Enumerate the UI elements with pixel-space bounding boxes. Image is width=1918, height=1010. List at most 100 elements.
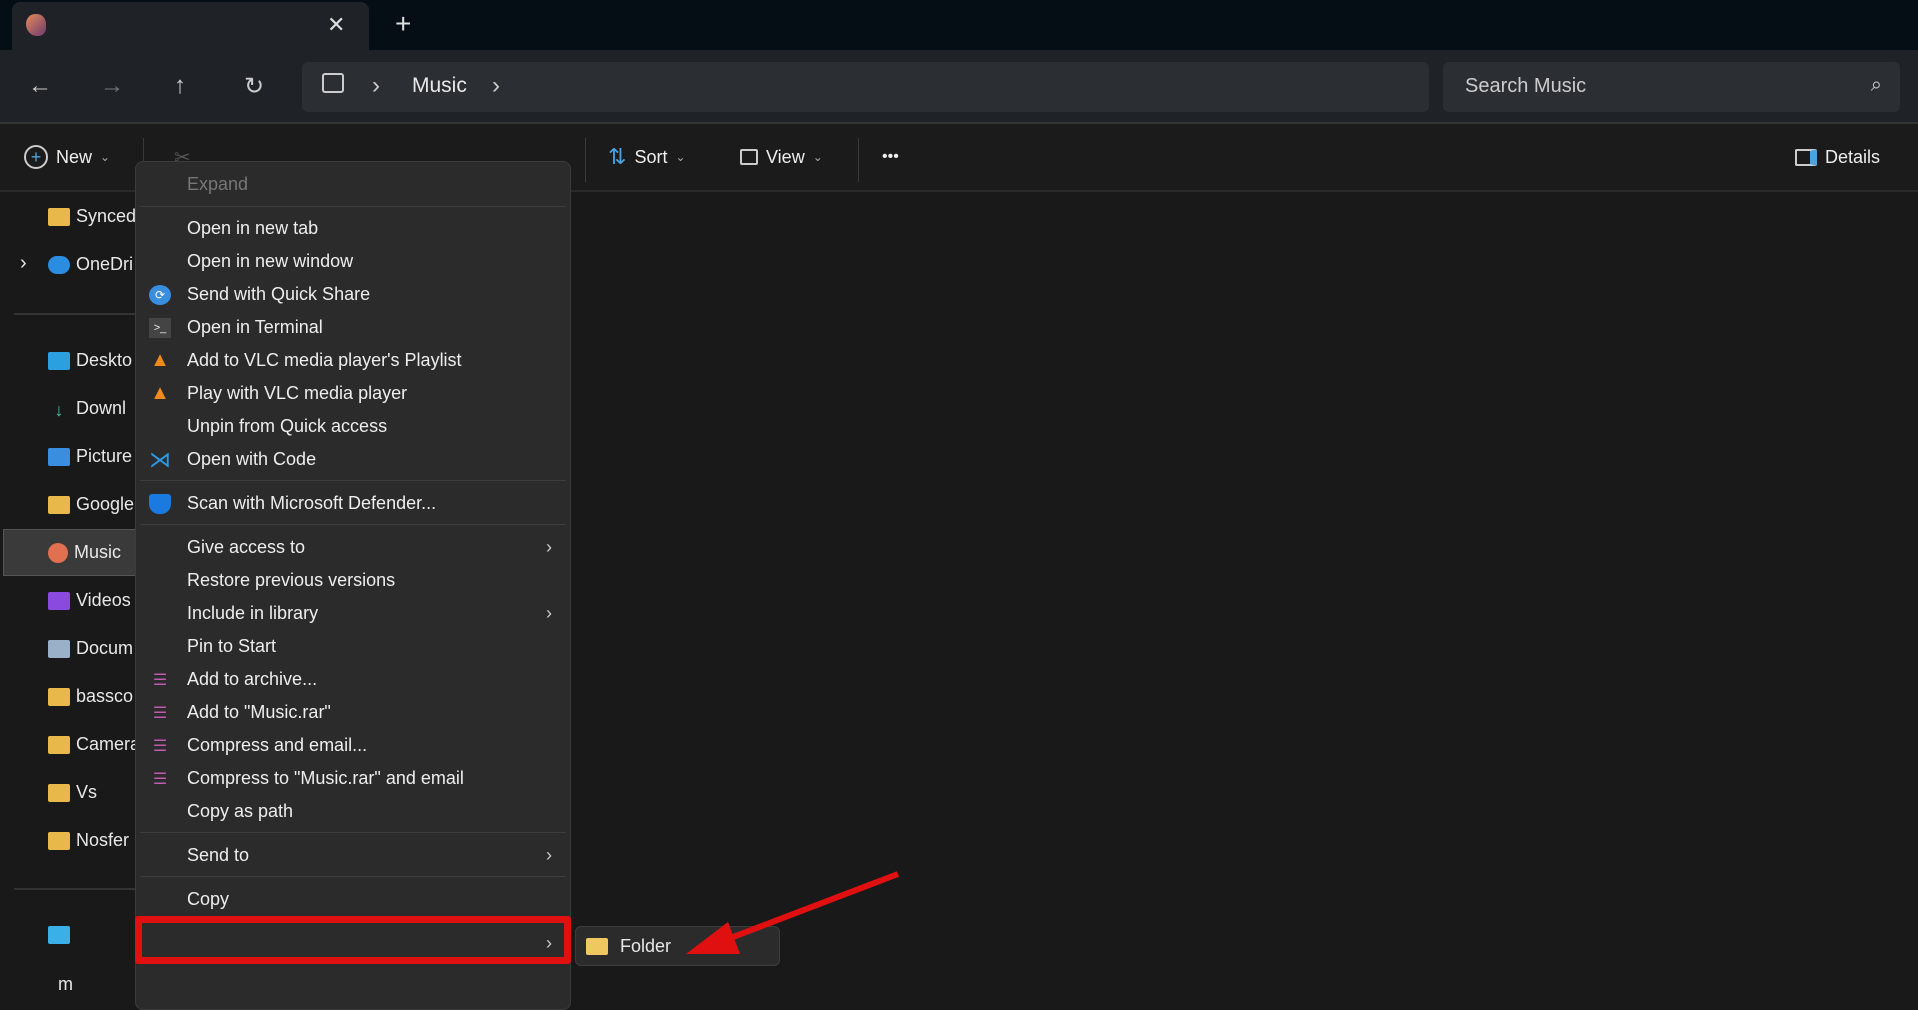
menu-item-vlc-playlist[interactable]: ▲ Add to VLC media player's Playlist bbox=[136, 344, 570, 377]
folder-icon bbox=[586, 937, 608, 955]
plus-circle-icon: + bbox=[24, 145, 48, 169]
menu-item-expand[interactable]: Expand bbox=[136, 168, 570, 201]
close-tab-button[interactable]: ✕ bbox=[327, 12, 345, 38]
menu-item-add-archive[interactable]: ☰ Add to archive... bbox=[136, 663, 570, 696]
menu-item-open-with-code[interactable]: ⋊ Open with Code bbox=[136, 443, 570, 476]
menu-item-compress-email[interactable]: ☰ Compress and email... bbox=[136, 729, 570, 762]
music-icon bbox=[48, 542, 68, 563]
sidebar-item-label: Synced bbox=[76, 206, 137, 226]
view-button[interactable]: View ⌄ bbox=[740, 124, 823, 190]
winrar-icon: ☰ bbox=[152, 671, 168, 689]
sidebar-item-desktop[interactable]: Deskto bbox=[48, 350, 132, 371]
new-tab-button[interactable]: + bbox=[395, 8, 411, 40]
vlc-icon: ▲ bbox=[150, 349, 170, 371]
pictures-icon bbox=[48, 447, 70, 466]
shield-icon bbox=[149, 493, 171, 514]
cloud-icon bbox=[48, 255, 70, 274]
breadcrumb-separator[interactable]: › bbox=[492, 72, 500, 100]
terminal-icon: >_ bbox=[149, 317, 171, 338]
divider bbox=[14, 313, 136, 315]
sidebar-item-label: Vs bbox=[76, 782, 98, 802]
details-button[interactable]: Details bbox=[1795, 124, 1880, 190]
sidebar-item-label: Downl bbox=[76, 398, 127, 418]
sidebar-item-label: bassco bbox=[76, 686, 134, 706]
search-input[interactable]: Search Music bbox=[1465, 75, 1586, 98]
download-icon: ↓ bbox=[54, 399, 64, 420]
menu-item-include-library[interactable]: Include in library › bbox=[136, 597, 570, 630]
sort-button[interactable]: ⇅ Sort ⌄ bbox=[608, 124, 686, 190]
chevron-right-icon: › bbox=[546, 603, 552, 623]
menu-item-open-terminal[interactable]: >_ Open in Terminal bbox=[136, 311, 570, 344]
breadcrumb-music[interactable]: Music bbox=[412, 74, 467, 98]
menu-item-open-new-tab[interactable]: Open in new tab bbox=[136, 212, 570, 245]
address-bar[interactable]: › Music › bbox=[302, 62, 1429, 112]
sidebar-item-label: Music bbox=[74, 542, 122, 562]
sidebar-item-documents[interactable]: Docum bbox=[48, 638, 133, 659]
menu-item-copy[interactable]: Copy bbox=[136, 883, 570, 916]
menu-separator bbox=[140, 832, 566, 833]
sidebar-item-label: Docum bbox=[76, 638, 134, 658]
view-label: View bbox=[766, 146, 805, 167]
menu-item-open-new-window[interactable]: Open in new window bbox=[136, 245, 570, 278]
search-box[interactable]: Search Music ⌕ bbox=[1443, 62, 1900, 112]
menu-label: Include in library bbox=[187, 603, 319, 623]
sort-icon: ⇅ bbox=[608, 144, 627, 169]
navigation-bar: ← → ↑ ↻ › Music › Search Music ⌕ bbox=[0, 50, 1918, 122]
menu-separator bbox=[140, 206, 566, 207]
folder-icon bbox=[48, 783, 70, 802]
menu-item-pin-start[interactable]: Pin to Start bbox=[136, 630, 570, 663]
chevron-right-icon: › bbox=[546, 537, 552, 557]
annotation-arrow bbox=[686, 871, 900, 954]
sidebar-item-onedrive[interactable]: OneDri bbox=[48, 254, 133, 275]
menu-label: Open in Terminal bbox=[187, 317, 323, 337]
submenu-item-folder[interactable]: Folder bbox=[620, 936, 671, 957]
more-options-button[interactable]: ••• bbox=[882, 124, 899, 190]
tab-music[interactable]: ✕ bbox=[12, 2, 369, 50]
back-button[interactable]: ← bbox=[28, 72, 52, 100]
menu-item-send-to[interactable]: Send to › bbox=[136, 839, 570, 872]
this-pc-icon bbox=[322, 73, 344, 93]
vlc-icon: ▲ bbox=[150, 382, 170, 404]
menu-item-copy-as-path[interactable]: Copy as path bbox=[136, 795, 570, 828]
forward-button[interactable]: → bbox=[100, 72, 124, 100]
new-label: New bbox=[56, 146, 93, 167]
up-button[interactable]: ↑ bbox=[174, 72, 186, 100]
menu-label: Open in new window bbox=[187, 251, 354, 271]
menu-item-add-music-rar[interactable]: ☰ Add to "Music.rar" bbox=[136, 696, 570, 729]
sidebar-item-google[interactable]: Google bbox=[48, 494, 134, 515]
expand-chevron-icon[interactable]: › bbox=[20, 252, 27, 275]
sort-label: Sort bbox=[634, 146, 668, 167]
sidebar-item-nosfer[interactable]: Nosfer bbox=[48, 830, 129, 851]
sidebar-item-music[interactable]: Music bbox=[48, 542, 121, 563]
menu-item-unpin-quick-access[interactable]: Unpin from Quick access bbox=[136, 410, 570, 443]
search-icon[interactable]: ⌕ bbox=[1871, 74, 1882, 97]
details-label: Details bbox=[1825, 146, 1881, 167]
menu-label: Scan with Microsoft Defender... bbox=[187, 493, 437, 513]
sidebar-item-this-pc[interactable] bbox=[48, 926, 70, 944]
context-menu: Expand Open in new tab Open in new windo… bbox=[135, 161, 571, 1010]
menu-label: Compress to "Music.rar" and email bbox=[187, 768, 464, 788]
new-button[interactable]: + New ⌄ bbox=[24, 124, 110, 190]
sidebar-item-videos[interactable]: Videos bbox=[48, 590, 131, 611]
menu-label: Pin to Start bbox=[187, 636, 277, 656]
sidebar-item-synced[interactable]: Synced bbox=[48, 206, 136, 227]
sidebar-item-camera[interactable]: Camera bbox=[48, 734, 140, 755]
breadcrumb-separator: › bbox=[372, 72, 380, 99]
menu-item-scan-defender[interactable]: Scan with Microsoft Defender... bbox=[136, 487, 570, 520]
divider bbox=[858, 138, 859, 182]
chevron-right-icon: › bbox=[546, 845, 552, 865]
menu-item-quick-share[interactable]: ⟳ Send with Quick Share bbox=[136, 278, 570, 311]
menu-item-give-access[interactable]: Give access to › bbox=[136, 531, 570, 564]
menu-item-restore-versions[interactable]: Restore previous versions bbox=[136, 564, 570, 597]
folder-icon bbox=[48, 495, 70, 514]
menu-item-vlc-play[interactable]: ▲ Play with VLC media player bbox=[136, 377, 570, 410]
sidebar-item-vs[interactable]: Vs bbox=[48, 782, 97, 803]
quick-share-icon: ⟳ bbox=[149, 284, 171, 305]
menu-item-compress-rar-email[interactable]: ☰ Compress to "Music.rar" and email bbox=[136, 762, 570, 795]
sidebar-item-bassco[interactable]: bassco bbox=[48, 686, 133, 707]
sidebar-item-pictures[interactable]: Picture bbox=[48, 446, 132, 467]
sidebar-item-downloads[interactable]: ↓ Downl bbox=[48, 398, 127, 420]
refresh-button[interactable]: ↻ bbox=[244, 72, 264, 101]
menu-label: Open in new tab bbox=[187, 218, 319, 238]
winrar-icon: ☰ bbox=[152, 737, 168, 755]
